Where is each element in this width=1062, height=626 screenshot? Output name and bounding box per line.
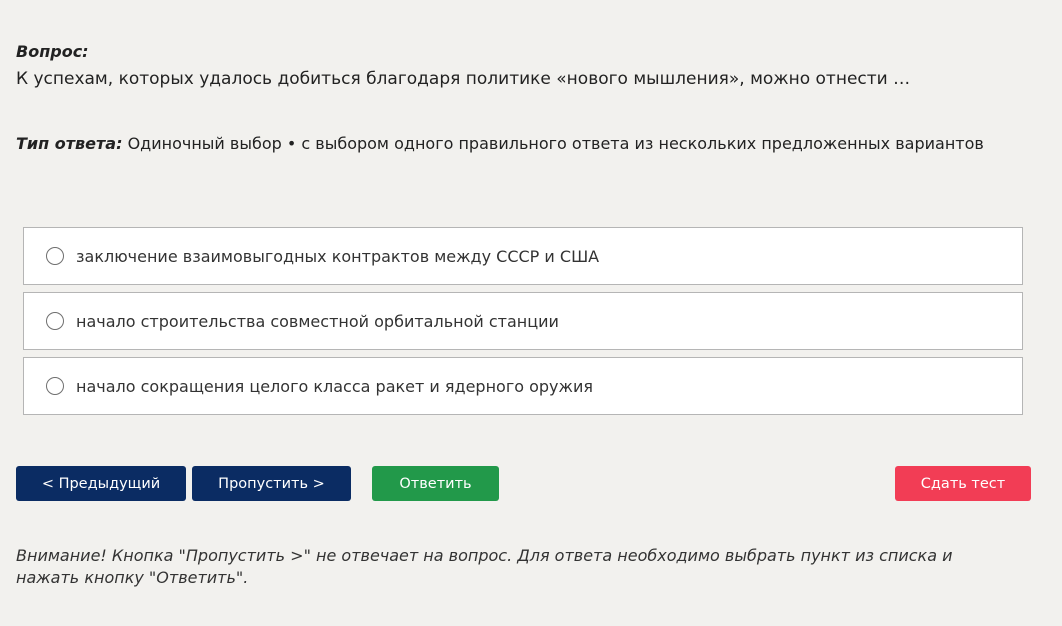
answer-option-2[interactable]: начало строительства совместной орбиталь…	[23, 292, 1023, 350]
option-label: начало сокращения целого класса ракет и …	[76, 376, 593, 396]
answer-type-label: Тип ответа:	[16, 134, 123, 153]
option-label: заключение взаимовыгодных контрактов меж…	[76, 246, 600, 266]
question-label: Вопрос:	[16, 42, 89, 61]
answer-option-1[interactable]: заключение взаимовыгодных контрактов меж…	[23, 227, 1023, 285]
question-text: К успехам, которых удалось добиться благ…	[16, 69, 911, 89]
answer-button[interactable]: Ответить	[372, 466, 499, 501]
submit-test-button[interactable]: Сдать тест	[895, 466, 1031, 501]
warning-note: Внимание! Кнопка "Пропустить >" не отвеч…	[16, 546, 953, 587]
radio-button[interactable]	[46, 312, 64, 330]
option-label: начало строительства совместной орбиталь…	[76, 311, 559, 331]
answer-options: заключение взаимовыгодных контрактов меж…	[23, 227, 1023, 422]
answer-option-3[interactable]: начало сокращения целого класса ракет и …	[23, 357, 1023, 415]
answer-type: Тип ответа: Одиночный выбор • с выбором …	[16, 134, 984, 153]
radio-button[interactable]	[46, 247, 64, 265]
skip-button[interactable]: Пропустить >	[192, 466, 351, 501]
answer-type-value: Одиночный выбор • с выбором одного прави…	[127, 134, 984, 153]
previous-button[interactable]: < Предыдущий	[16, 466, 186, 501]
radio-button[interactable]	[46, 377, 64, 395]
